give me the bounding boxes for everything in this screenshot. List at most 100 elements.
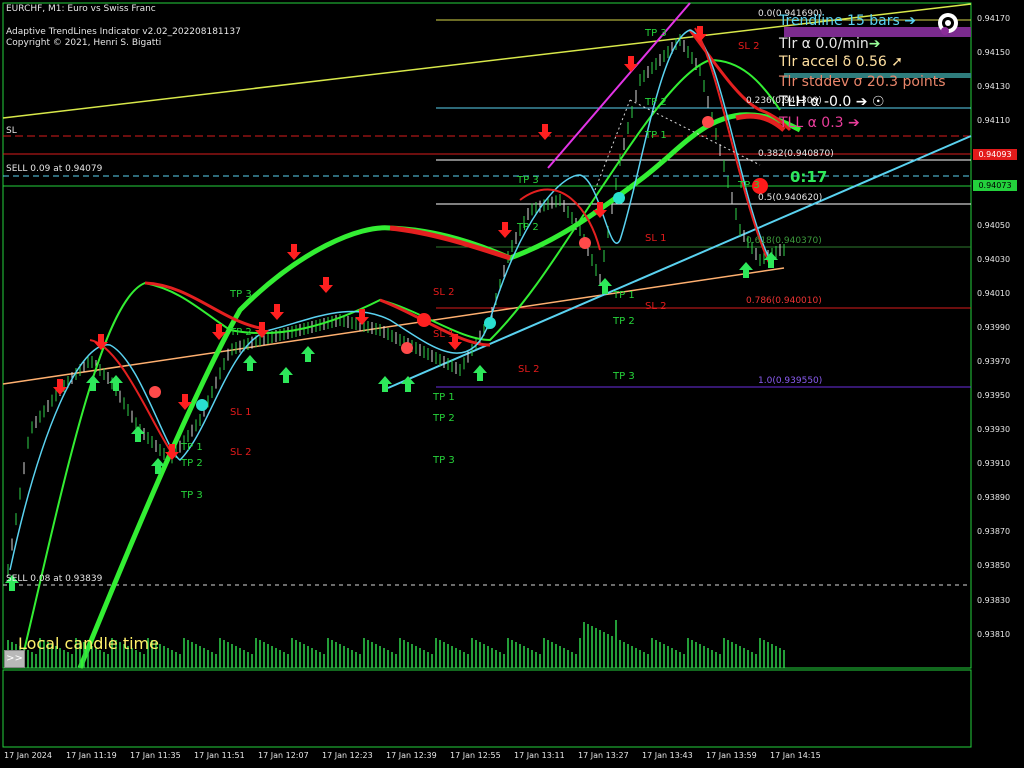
copyright: Copyright © 2021, Henri S. Bigatti	[6, 38, 162, 48]
sl2-label: SL 2	[518, 364, 540, 375]
fib-label-100: 1.0(0.939550)	[758, 376, 823, 386]
sell-arrow-icon	[498, 222, 512, 238]
tp1-label: TP 1	[645, 130, 667, 141]
time-axis-label: 17 Jan 14:15	[770, 751, 821, 760]
buy-arrow-icon	[473, 365, 487, 381]
tp-label: TP 3	[738, 180, 760, 191]
symbol-title: EURCHF, M1: Euro vs Swiss Franc	[6, 4, 156, 14]
buy-arrow-icon	[301, 346, 315, 362]
sell-arrow-icon	[538, 124, 552, 140]
buy-arrow-icon	[279, 367, 293, 383]
cyan-trendline	[387, 135, 972, 389]
buy-arrow-icon	[243, 355, 257, 371]
panel-tlr-accel: Tlr accel δ 0.56 ➚	[779, 54, 903, 70]
price-axis-label: 0.94130	[977, 82, 1011, 91]
candle-timer: 0:17	[790, 168, 828, 186]
tp3-label: TP 3	[645, 28, 667, 39]
tp1-label: TP 1	[181, 442, 203, 453]
price-axis-label: 0.93910	[977, 459, 1011, 468]
tp1-label: TP 1	[433, 392, 455, 403]
sl2-label: SL 2	[645, 301, 667, 312]
time-axis-label: 17 Jan 13:27	[578, 751, 629, 760]
signal-dot	[702, 116, 714, 128]
arrow-right-icon: ➔	[848, 115, 860, 131]
signal-dot	[484, 317, 496, 329]
price-axis-label: 0.93990	[977, 323, 1011, 332]
orange-trendline	[2, 267, 785, 385]
time-axis-label: 17 Jan 13:11	[514, 751, 565, 760]
time-axis-label: 17 Jan 13:59	[706, 751, 757, 760]
fib-label-500: 0.5(0.940620)	[758, 193, 823, 203]
buy-arrow-icon	[401, 376, 415, 392]
price-axis-label: 0.94170	[977, 14, 1011, 23]
signal-dot	[149, 386, 161, 398]
signal-dot	[613, 192, 625, 204]
sl1-label: SL 1	[230, 407, 252, 418]
tp3-label: TP 3	[613, 371, 635, 382]
fib-label-618: 0.618(0.940370)	[746, 236, 822, 246]
arrow-right-icon: ➔	[868, 36, 881, 52]
buy-arrow-icon	[109, 375, 123, 391]
time-axis-label: 17 Jan 2024	[4, 751, 52, 760]
price-axis-label: 0.93850	[977, 561, 1011, 570]
price-axis-label: 0.94050	[977, 221, 1011, 230]
magenta-trendline	[547, 2, 691, 169]
price-axis-label: 0.94150	[977, 48, 1011, 57]
time-axis-label: 17 Jan 11:51	[194, 751, 245, 760]
tp3-label: TP 3	[517, 175, 539, 186]
arrow-right-icon: ➔	[904, 13, 916, 29]
buy-arrow-icon	[86, 375, 100, 391]
buy-arrow-icon	[131, 426, 145, 442]
sub-window-frame	[2, 669, 972, 748]
tp2-label: TP 2	[613, 316, 635, 327]
tp1-label: TP 1	[613, 290, 635, 301]
panel-tlr-stddev: Tlr stddev σ 20.3 points	[779, 74, 946, 90]
sl-order-label[interactable]: SL	[6, 126, 17, 136]
panel-tlr-alpha: Tlr α 0.0/min➔	[779, 36, 881, 52]
time-axis-label: 17 Jan 11:19	[66, 751, 117, 760]
price-axis-label: 0.93870	[977, 527, 1011, 536]
signal-dot	[579, 237, 591, 249]
price-axis-label: 0.93830	[977, 596, 1011, 605]
panel-tll-alpha: TLL α 0.3 ➔	[779, 115, 860, 131]
price-axis-label: 0.94110	[977, 116, 1011, 125]
tp2-label: TP 2	[181, 458, 203, 469]
bid-price-box: 0.94093	[973, 149, 1017, 160]
panel-trendline: Trendline 15 bars ➔	[779, 13, 916, 29]
tp3-label: TP 3	[433, 455, 455, 466]
price-axis-label: 0.93810	[977, 630, 1011, 639]
tp3-label: TP 3	[181, 490, 203, 501]
expand-button[interactable]: >>	[4, 650, 25, 668]
fib-label-786: 0.786(0.940010)	[746, 296, 822, 306]
price-axis-label: 0.94010	[977, 289, 1011, 298]
signal-dot	[401, 342, 413, 354]
indicator-name: Adaptive TrendLines Indicator v2.02_2022…	[6, 27, 241, 37]
sl1-label: SL 1	[645, 233, 667, 244]
sell-arrow-icon	[624, 56, 638, 72]
tp2-label: TP 2	[645, 97, 667, 108]
sell-arrow-icon	[319, 277, 333, 293]
sell-order-label[interactable]: SELL 0.09 at 0.94079	[6, 164, 102, 174]
price-axis-label: 0.94030	[977, 255, 1011, 264]
panel-tlh-alpha: TLH α -0.0 ➔ ☉	[779, 94, 885, 110]
time-axis-label: 17 Jan 12:55	[450, 751, 501, 760]
ask-price-box: 0.94073	[973, 180, 1017, 191]
price-axis-label: 0.93950	[977, 391, 1011, 400]
sell2-order-label[interactable]: SELL 0.08 at 0.93839	[6, 574, 102, 584]
time-axis-label: 17 Jan 12:07	[258, 751, 309, 760]
signal-dot	[417, 313, 431, 327]
tp-label: TP 2	[230, 327, 252, 338]
arrow-up-right-icon: ➚	[891, 54, 903, 70]
fib-label-382: 0.382(0.940870)	[758, 149, 834, 159]
sell-arrow-icon	[270, 304, 284, 320]
local-candle-time-label: Local candle time	[18, 634, 159, 653]
arrow-right-icon: ➔	[855, 94, 868, 110]
signal-dot	[196, 399, 208, 411]
time-axis-label: 17 Jan 13:43	[642, 751, 693, 760]
sl2-label: SL 2	[433, 287, 455, 298]
tp2-label: TP 2	[517, 222, 539, 233]
price-axis-label: 0.93930	[977, 425, 1011, 434]
price-axis-label: 0.93890	[977, 493, 1011, 502]
hand-icon: ☉	[871, 94, 885, 110]
tp2-label: TP 2	[433, 413, 455, 424]
